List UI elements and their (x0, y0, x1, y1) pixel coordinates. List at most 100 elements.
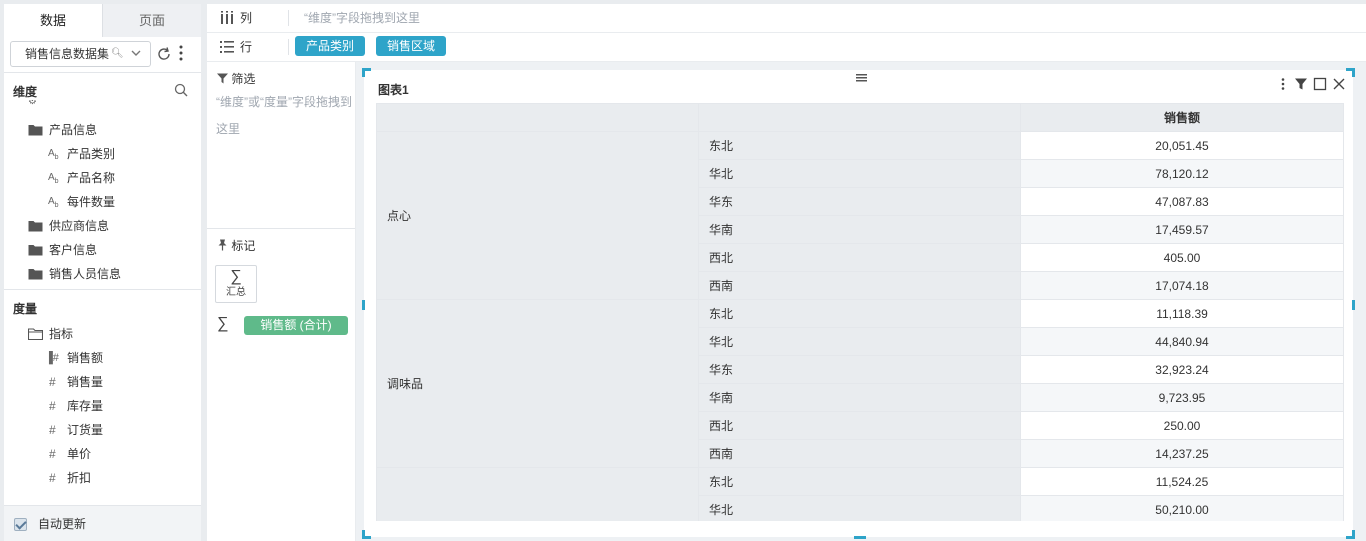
header-cell-sales-amount[interactable]: 销售额 (1020, 103, 1344, 132)
tree-folder-supplier-info[interactable]: 供应商信息 (4, 214, 201, 238)
tree-field-discount[interactable]: # 折扣 (4, 466, 201, 490)
text-field-icon: Ab (48, 172, 59, 185)
panel-tabs: 数据 页面 (4, 4, 201, 37)
row-header-region[interactable]: 华北 (698, 327, 1021, 356)
tree-field-sales-amount[interactable]: ▐# 销售额 (4, 346, 201, 370)
row-pill-product-category[interactable]: 产品类别 (295, 36, 366, 56)
dataset-select[interactable]: 销售信息数据集 🔍︎ (10, 41, 151, 67)
row-header-category[interactable]: 调味品 (376, 299, 699, 468)
tree-field-unit-price[interactable]: # 单价 (4, 442, 201, 466)
header-cell[interactable] (698, 103, 1021, 132)
tree-folder-customer-info[interactable]: 客户信息 (4, 238, 201, 262)
table-row: 调味品 东北 11,118.39 (376, 299, 1344, 468)
resize-handle[interactable] (362, 530, 371, 539)
value-cell[interactable]: 44,840.94 (1020, 327, 1344, 356)
row-header-region[interactable]: 西北 (698, 243, 1021, 272)
rows-shelf[interactable]: 行 产品类别 销售区域 (207, 33, 1366, 61)
value-cell[interactable]: 20,051.45 (1020, 131, 1344, 160)
row-header-region[interactable]: 华东 (698, 355, 1021, 384)
row-header-region[interactable]: 东北 (698, 467, 1021, 496)
drag-handle-icon[interactable] (856, 74, 867, 82)
folder-icon (28, 245, 43, 256)
search-icon[interactable] (174, 83, 188, 97)
gear-icon: ⚙ (28, 100, 37, 107)
header-cell[interactable] (376, 103, 699, 132)
tree-item-label: 产品信息 (49, 123, 98, 137)
tree-folder-sales-staff-info[interactable]: 销售人员信息 (4, 262, 201, 286)
number-field-icon: # (49, 375, 56, 389)
summary-mark-button[interactable]: ∑ 汇总 (215, 265, 257, 303)
row-header-region[interactable]: 华南 (698, 383, 1021, 412)
row-pill-sales-region[interactable]: 销售区域 (376, 36, 447, 56)
close-icon[interactable] (1332, 77, 1346, 91)
rows-shelf-label: 行 (240, 40, 253, 54)
tab-data[interactable]: 数据 (4, 4, 102, 37)
columns-shelf[interactable]: 列 “维度”字段拖拽到这里 (207, 4, 1366, 32)
folder-icon (28, 269, 43, 280)
divider (4, 289, 201, 290)
number-field-icon: # (49, 399, 56, 413)
value-cell[interactable]: 11,118.39 (1020, 299, 1344, 328)
value-cell[interactable]: 78,120.12 (1020, 159, 1344, 188)
divider (4, 72, 201, 73)
tree-field-order-qty[interactable]: # 订货量 (4, 418, 201, 442)
tree-folder-product-info[interactable]: 产品信息 (4, 118, 201, 142)
divider (288, 39, 289, 55)
tree-field-product-name[interactable]: Ab 产品名称 (4, 166, 201, 190)
filter-drop-zone[interactable]: 筛选 “维度”或“度量”字段拖拽到这里 (207, 62, 355, 228)
tree-item-clipped: ⚙ (4, 100, 201, 114)
row-header-region[interactable]: 西北 (698, 411, 1021, 440)
row-header-category[interactable]: 点心 (376, 131, 699, 300)
folder-icon (28, 328, 43, 340)
value-cell[interactable]: 405.00 (1020, 243, 1344, 272)
row-header-region[interactable]: 西南 (698, 271, 1021, 300)
value-cell[interactable]: 32,923.24 (1020, 355, 1344, 384)
more-vertical-icon[interactable] (1276, 77, 1290, 91)
value-cell[interactable]: 9,723.95 (1020, 383, 1344, 412)
value-cell[interactable]: 50,210.00 (1020, 495, 1344, 521)
measure-used-icon: ▐# (45, 352, 59, 364)
tree-item-label: 指标 (49, 327, 74, 341)
tree-field-sales-qty[interactable]: # 销售量 (4, 370, 201, 394)
tree-field-qty-per-unit[interactable]: Ab 每件数量 (4, 190, 201, 214)
sigma-icon: ∑ (217, 315, 229, 332)
value-cell[interactable]: 14,237.25 (1020, 439, 1344, 468)
measure-pill-sales-sum[interactable]: 销售额 (合计) (244, 316, 348, 335)
marks-heading-label: 标记 (231, 239, 256, 253)
dataset-select-value: 销售信息数据集 (25, 47, 110, 61)
text-field-icon: Ab (48, 196, 59, 209)
filter-heading: 筛选 (217, 70, 255, 87)
tab-page[interactable]: 页面 (102, 4, 201, 37)
row-header-region[interactable]: 西南 (698, 439, 1021, 468)
row-header-region[interactable]: 华东 (698, 187, 1021, 216)
folder-icon (28, 125, 43, 136)
chart-component[interactable]: 图表1 销售额 点心 东北 20,051.45 华北 78,120.12 华东 … (362, 68, 1355, 539)
row-header-region[interactable]: 东北 (698, 299, 1021, 328)
value-cell[interactable]: 250.00 (1020, 411, 1344, 440)
row-header-region[interactable]: 华北 (698, 495, 1021, 521)
row-header-region[interactable]: 华北 (698, 159, 1021, 188)
resize-handle[interactable] (854, 536, 866, 539)
marks-heading: 标记 (217, 237, 255, 254)
columns-shelf-label: 列 (240, 11, 253, 25)
row-header-region[interactable]: 东北 (698, 131, 1021, 160)
maximize-icon[interactable] (1313, 77, 1327, 91)
filter-icon[interactable] (1294, 77, 1308, 91)
filter-icon (217, 73, 228, 84)
resize-handle[interactable] (1346, 530, 1355, 539)
table-row: 点心 东北 20,051.45 (376, 131, 1344, 300)
more-vertical-icon[interactable] (178, 44, 184, 62)
value-cell[interactable]: 47,087.83 (1020, 187, 1344, 216)
value-cell[interactable]: 17,459.57 (1020, 215, 1344, 244)
row-header-category[interactable] (376, 467, 699, 521)
tree-folder-indicators[interactable]: 指标 (4, 322, 201, 346)
row-header-region[interactable]: 华南 (698, 215, 1021, 244)
refresh-icon[interactable] (156, 46, 172, 62)
tree-field-product-category[interactable]: Ab 产品类别 (4, 142, 201, 166)
search-icon: 🔍︎ (111, 48, 124, 59)
value-cell[interactable]: 11,524.25 (1020, 467, 1344, 496)
tree-field-stock-qty[interactable]: # 库存量 (4, 394, 201, 418)
pivot-table: 销售额 点心 东北 20,051.45 华北 78,120.12 华东 47,0… (376, 103, 1344, 521)
value-cell[interactable]: 17,074.18 (1020, 271, 1344, 300)
auto-update-checkbox[interactable] (14, 518, 27, 531)
